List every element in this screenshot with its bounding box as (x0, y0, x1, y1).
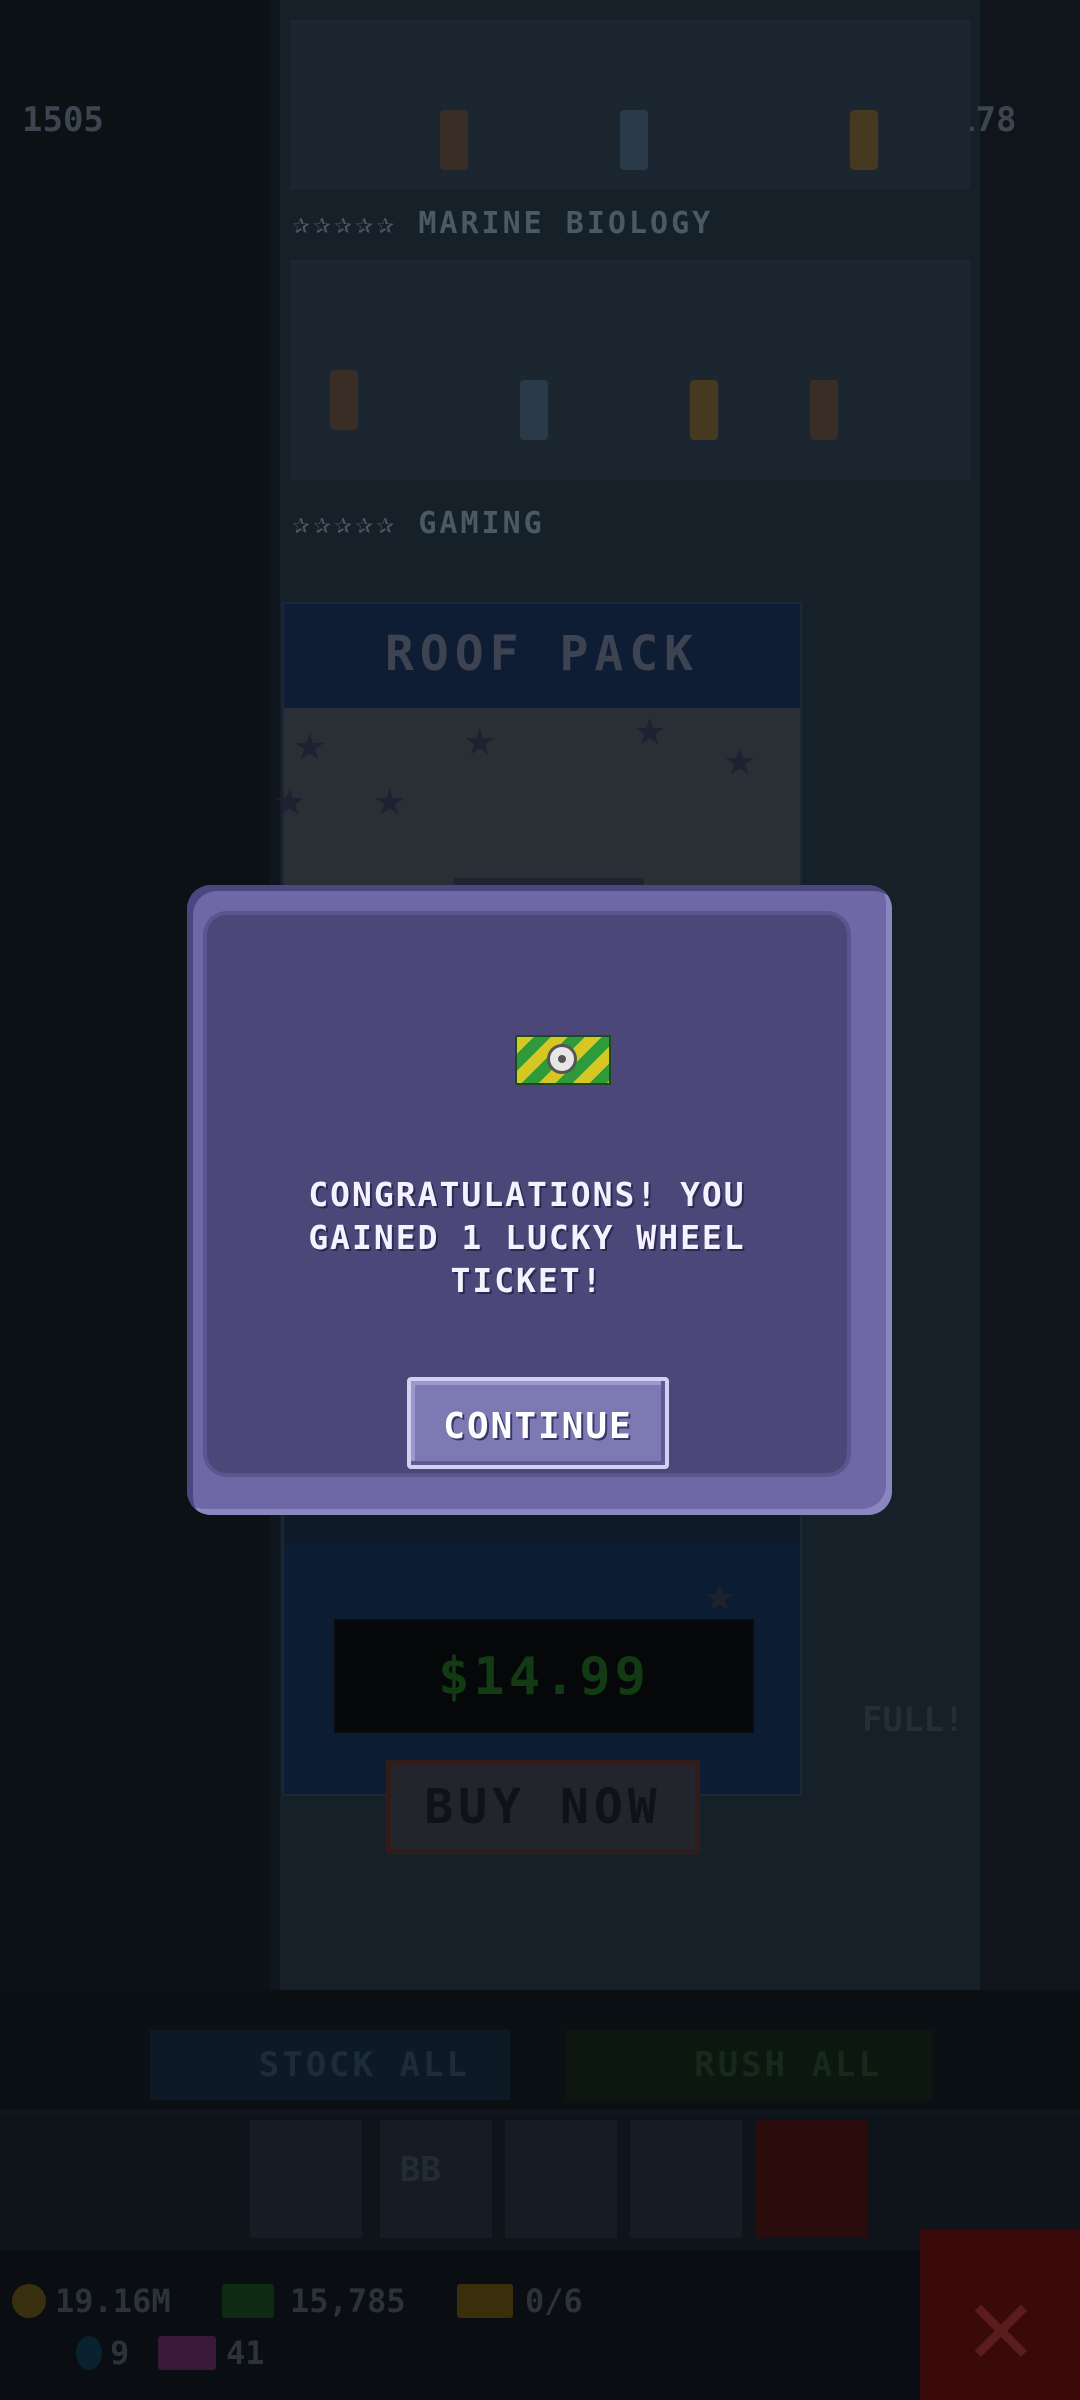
vip-value: 0/6 (525, 2282, 583, 2320)
star-icon: ★ (464, 708, 496, 768)
bux-icon (222, 2284, 274, 2318)
status-bar (0, 2250, 920, 2400)
tv-ticket-icon (158, 2336, 216, 2370)
roof-pack-price-box: $14.99 (334, 1619, 754, 1733)
reward-dialog: CONGRATULATIONS! YOU GAINED 1 LUCKY WHEE… (187, 885, 892, 1515)
character (810, 380, 838, 440)
star-icon: ★ (274, 768, 306, 828)
star-icon: ★ (374, 768, 406, 828)
ticket-wheel-emblem (547, 1044, 577, 1074)
bux-value: 15,785 (290, 2282, 406, 2320)
character (850, 110, 878, 170)
character (690, 380, 718, 440)
right-building-column (980, 0, 1080, 1990)
elevator-button[interactable] (755, 2120, 867, 2238)
star-icon: ★ (724, 728, 756, 788)
close-icon: ✕ (967, 2261, 1035, 2389)
bb-label: BB (400, 2150, 441, 2190)
character (620, 110, 648, 170)
character (330, 370, 358, 430)
buy-now-button[interactable]: BUY NOW (386, 1760, 700, 1854)
coins-value: 19.16M (55, 2282, 171, 2320)
roof-pack-title: ROOF PACK (384, 626, 700, 682)
floor-label-gaming: ✰✰✰✰✰ GAMING (292, 506, 545, 541)
star-icon: ★ (704, 1564, 736, 1624)
gem-icon (76, 2336, 102, 2370)
star-icon: ★ (634, 698, 666, 758)
character (520, 380, 548, 440)
tickets-value: 41 (226, 2334, 265, 2372)
roof-pack-header: ROOF PACK (284, 604, 800, 708)
toolbar-slot[interactable] (630, 2120, 742, 2238)
floor-scene-top[interactable] (290, 20, 970, 190)
floor-full-label: FULL! (862, 1700, 965, 1740)
roof-pack-price: $14.99 (438, 1647, 650, 1707)
toolbar-slot[interactable] (250, 2120, 362, 2238)
toolbar-slot[interactable] (505, 2120, 617, 2238)
gems-value: 9 (110, 2334, 130, 2372)
vip-icon (457, 2284, 513, 2318)
floor-scene-marine-biology[interactable] (290, 260, 970, 480)
continue-button[interactable]: CONTINUE (407, 1377, 669, 1469)
floor-label-marine-biology: ✰✰✰✰✰ MARINE BIOLOGY (292, 206, 714, 241)
lucky-wheel-ticket-icon (515, 1035, 611, 1085)
star-icon: ★ (294, 713, 326, 773)
reward-message: CONGRATULATIONS! YOU GAINED 1 LUCKY WHEE… (308, 1175, 746, 1300)
stock-all-button[interactable]: STOCK ALL (150, 2030, 510, 2100)
character (440, 110, 468, 170)
rush-all-button[interactable]: RUSH ALL (566, 2030, 932, 2100)
coin-icon (12, 2284, 46, 2318)
top-left-counter: 1505 (22, 100, 104, 140)
